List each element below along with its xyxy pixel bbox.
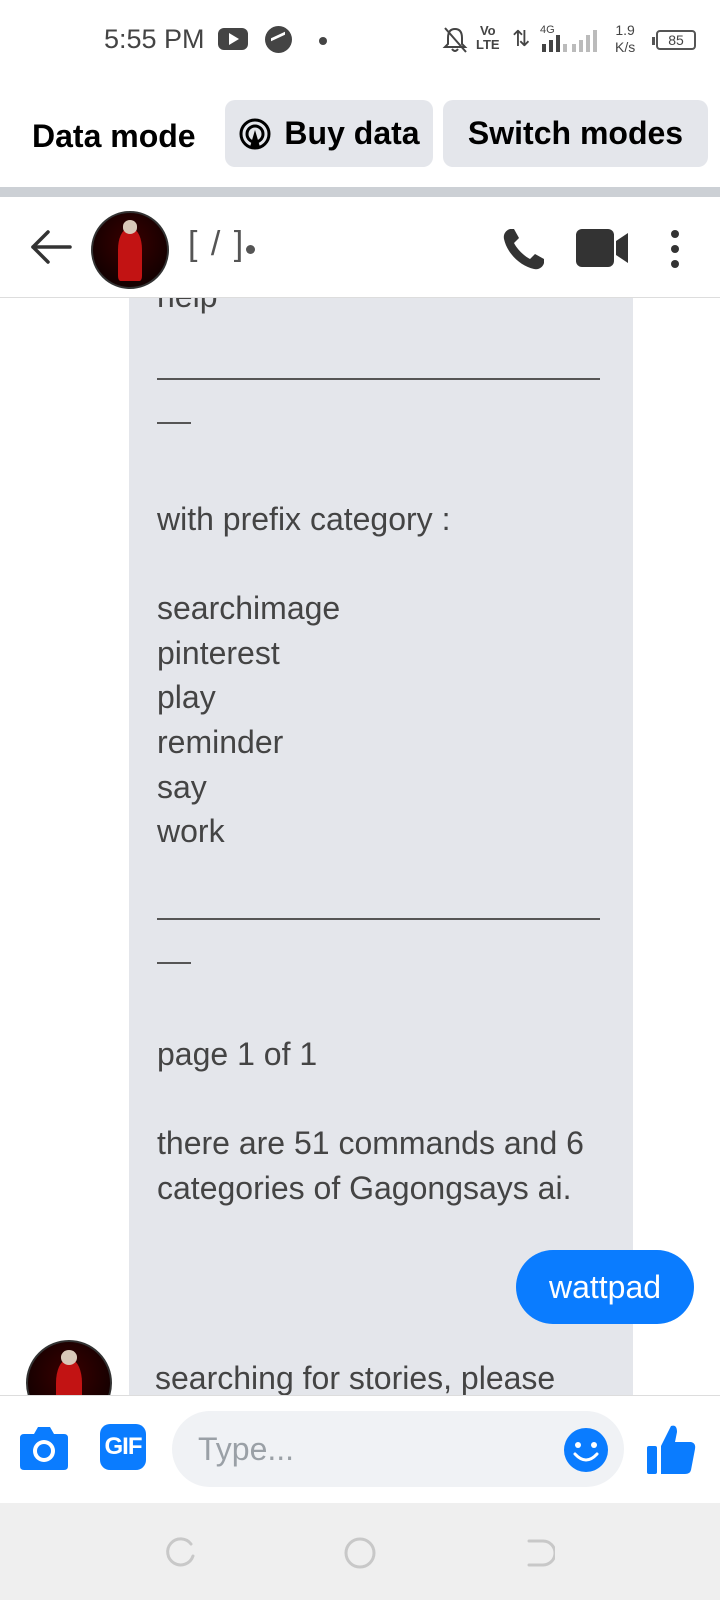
message-text: help with prefix category : searchimage … (157, 298, 617, 1210)
message-line (157, 319, 617, 364)
chat-header: [ / ] (0, 197, 720, 298)
message-line: searchimage (157, 590, 341, 627)
data-mode-bar: Data mode Buy data Switch modes (0, 82, 720, 187)
message-line (157, 854, 617, 899)
home-icon[interactable] (343, 1536, 377, 1570)
message-line (157, 542, 617, 587)
speed-unit: K/s (615, 39, 636, 55)
avatar[interactable] (91, 211, 169, 289)
switch-modes-button[interactable]: Switch modes (443, 100, 708, 167)
network-type-text: 4G (540, 24, 555, 36)
message-line: help (157, 298, 617, 319)
message-line: say (157, 768, 207, 805)
active-status-dot (246, 245, 255, 254)
message-line (157, 898, 617, 943)
hotspot-icon (239, 118, 271, 149)
message-composer: GIF (0, 1395, 720, 1503)
message-line: with prefix category : (157, 500, 451, 537)
bell-off-icon (442, 27, 468, 53)
message-line: page 1 of 1 (157, 1036, 318, 1073)
recent-apps-icon[interactable] (163, 1536, 197, 1570)
separator-line (157, 962, 191, 964)
volte-label: Vo LTE (476, 23, 500, 52)
back-nav-icon[interactable] (521, 1536, 555, 1570)
message-line: reminder (157, 723, 284, 760)
message-input[interactable] (172, 1411, 624, 1487)
incoming-message-bubble[interactable]: help with prefix category : searchimage … (129, 298, 633, 1395)
data-arrows-icon: ⇅ (512, 26, 531, 51)
camera-icon[interactable] (18, 1422, 70, 1472)
phone-icon[interactable] (500, 225, 548, 273)
speed-value: 1.9 (615, 22, 635, 38)
message-line (157, 943, 617, 988)
message-line (157, 452, 617, 497)
messenger-icon (265, 26, 292, 53)
switch-modes-label: Switch modes (467, 115, 684, 151)
message-line: play (157, 679, 216, 716)
video-icon[interactable] (576, 227, 630, 269)
separator-line (157, 422, 191, 424)
youtube-icon (218, 28, 248, 50)
battery-icon: 85 (652, 30, 696, 50)
emoji-icon[interactable] (562, 1426, 610, 1474)
message-line (157, 363, 617, 408)
like-icon[interactable] (645, 1422, 697, 1476)
divider (0, 187, 720, 197)
gif-button[interactable]: GIF (100, 1424, 146, 1470)
more-vertical-icon[interactable] (670, 229, 680, 269)
contact-name[interactable]: [ / ] (188, 225, 245, 264)
message-line (157, 1077, 617, 1122)
signal-icon: 4G (540, 24, 597, 52)
message-line: there are 51 commands and 6 (157, 1125, 584, 1162)
message-line (157, 408, 617, 453)
back-arrow-icon[interactable] (30, 229, 72, 265)
gif-icon: GIF (104, 1433, 143, 1460)
separator-line (157, 918, 600, 920)
message-text: searching for stories, please (155, 1360, 556, 1395)
message-line: work (157, 813, 225, 850)
avatar[interactable] (26, 1340, 112, 1395)
message-line: pinterest (157, 634, 280, 671)
buy-data-button[interactable]: Buy data (225, 100, 433, 167)
incoming-message-bubble[interactable]: searching for stories, please (129, 1340, 609, 1395)
outgoing-message-bubble[interactable]: wattpad (516, 1250, 694, 1324)
message-line: categories of Gagongsays ai. (157, 1169, 572, 1206)
status-bar: 5:55 PM Vo LTE ⇅ 4G 1.9 K/s 85 (0, 0, 720, 82)
system-nav-bar (0, 1503, 720, 1600)
network-speed: 1.9 K/s (615, 22, 635, 56)
message-line (157, 988, 617, 1033)
message-list[interactable]: help with prefix category : searchimage … (0, 298, 720, 1395)
status-time: 5:55 PM (104, 24, 205, 54)
data-mode-label: Data mode (32, 118, 196, 154)
separator-line (157, 378, 600, 380)
notification-dot-icon (319, 37, 327, 45)
buy-data-label: Buy data (284, 115, 420, 151)
